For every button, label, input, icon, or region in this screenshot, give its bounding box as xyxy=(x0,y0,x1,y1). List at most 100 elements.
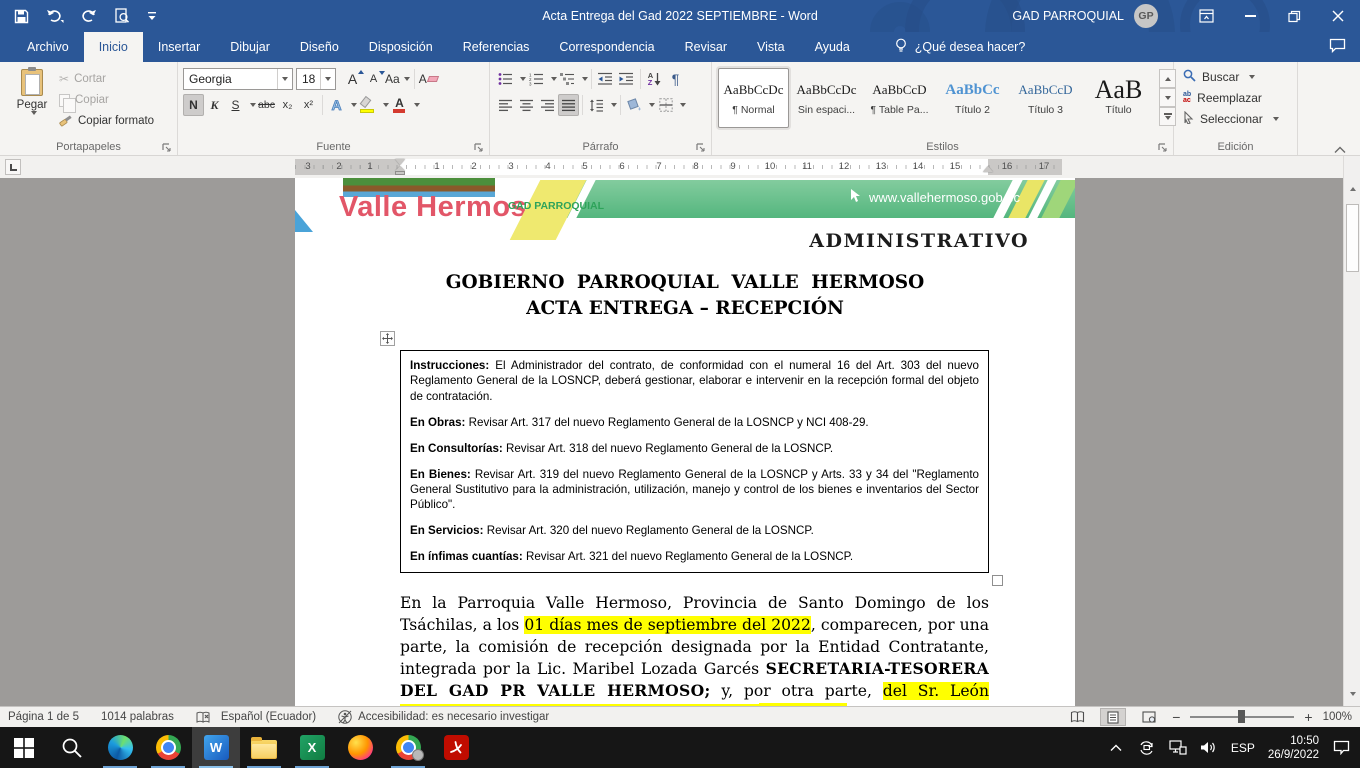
italic-button[interactable]: K xyxy=(204,94,225,116)
undo-icon[interactable] xyxy=(46,4,64,28)
tab-insertar[interactable]: Insertar xyxy=(143,32,215,62)
show-marks-button[interactable]: ¶ xyxy=(665,68,686,90)
zoom-out-button[interactable]: − xyxy=(1172,710,1180,724)
numbering-button[interactable]: 123 xyxy=(526,68,547,90)
table-move-handle-icon[interactable] xyxy=(380,331,395,346)
taskbar-search-icon[interactable] xyxy=(48,727,96,768)
align-right-button[interactable] xyxy=(537,94,558,116)
accessibility-icon[interactable] xyxy=(338,710,352,724)
web-layout-icon[interactable] xyxy=(1136,708,1162,726)
replace-button[interactable]: ab ac Reemplazar xyxy=(1179,87,1292,108)
start-button[interactable] xyxy=(0,727,48,768)
scroll-up-icon[interactable] xyxy=(1344,180,1360,197)
taskbar-firefox-icon[interactable] xyxy=(336,727,384,768)
zoom-slider[interactable] xyxy=(1190,716,1294,718)
select-button[interactable]: Seleccionar xyxy=(1179,108,1292,129)
save-icon[interactable] xyxy=(14,4,29,28)
multilevel-list-button[interactable] xyxy=(557,68,578,90)
tab-correspondencia[interactable]: Correspondencia xyxy=(544,32,669,62)
word-count[interactable]: 1014 palabras xyxy=(101,711,174,723)
comments-icon[interactable] xyxy=(1329,38,1346,58)
increase-indent-button[interactable] xyxy=(616,68,637,90)
tab-disposicion[interactable]: Disposición xyxy=(354,32,448,62)
find-button[interactable]: Buscar xyxy=(1179,66,1292,87)
instructions-table[interactable]: Instrucciones: El Administrador del cont… xyxy=(400,350,989,573)
tell-me-box[interactable]: ¿Qué desea hacer? xyxy=(895,32,1026,62)
bullets-button[interactable] xyxy=(495,68,516,90)
tab-diseno[interactable]: Diseño xyxy=(285,32,354,62)
ribbon-display-options-icon[interactable] xyxy=(1184,0,1228,32)
zoom-slider-handle[interactable] xyxy=(1238,710,1245,723)
dialog-launcher-icon[interactable] xyxy=(162,140,173,151)
taskbar-edge-icon[interactable] xyxy=(96,727,144,768)
style-titulo-2[interactable]: AaBbCc Título 2 xyxy=(937,68,1008,128)
chevron-down-icon[interactable] xyxy=(680,103,686,107)
clear-formatting-button[interactable]: A xyxy=(418,68,439,90)
zoom-level[interactable]: 100% xyxy=(1323,711,1352,723)
taskbar-explorer-icon[interactable] xyxy=(240,727,288,768)
tab-dibujar[interactable]: Dibujar xyxy=(215,32,285,62)
print-layout-icon[interactable] xyxy=(1100,708,1126,726)
tab-revisar[interactable]: Revisar xyxy=(670,32,742,62)
font-color-button[interactable]: A xyxy=(389,94,410,116)
scroll-down-icon[interactable] xyxy=(1344,685,1360,702)
proofing-icon[interactable] xyxy=(196,711,211,724)
style-sin-espaciado[interactable]: AaBbCcDc Sin espaci... xyxy=(791,68,862,128)
paste-button[interactable]: Pegar xyxy=(5,66,59,139)
first-line-indent-marker[interactable] xyxy=(395,159,405,165)
clock[interactable]: 10:50 26/9/2022 xyxy=(1268,734,1319,762)
left-indent-marker[interactable] xyxy=(395,171,405,175)
line-spacing-button[interactable] xyxy=(586,94,607,116)
vertical-scrollbar[interactable] xyxy=(1343,156,1360,706)
taskbar-chrome-icon[interactable] xyxy=(144,727,192,768)
bold-button[interactable]: N xyxy=(183,94,204,116)
chevron-down-icon[interactable] xyxy=(582,77,588,81)
zoom-in-button[interactable]: + xyxy=(1304,710,1312,724)
superscript-button[interactable]: x² xyxy=(298,94,319,116)
text-highlight-button[interactable] xyxy=(357,94,379,116)
read-mode-icon[interactable] xyxy=(1064,708,1090,726)
horizontal-ruler[interactable]: 3 2 1 1 2 3 4 5 6 7 8 9 10 11 12 13 14 1… xyxy=(295,159,1062,175)
underline-button[interactable]: S xyxy=(225,94,246,116)
align-center-button[interactable] xyxy=(516,94,537,116)
volume-icon[interactable] xyxy=(1200,739,1218,757)
taskbar-acrobat-icon[interactable] xyxy=(432,727,480,768)
network-icon[interactable] xyxy=(1169,739,1187,757)
tab-referencias[interactable]: Referencias xyxy=(448,32,545,62)
avatar[interactable]: GP xyxy=(1134,4,1158,28)
print-preview-icon[interactable] xyxy=(114,4,130,28)
chevron-down-icon[interactable] xyxy=(611,103,617,107)
borders-button[interactable] xyxy=(655,94,676,116)
customize-qat-icon[interactable] xyxy=(147,4,157,28)
sync-devices-icon[interactable] xyxy=(1138,739,1156,757)
dialog-launcher-icon[interactable] xyxy=(474,140,485,151)
style-titulo-3[interactable]: AaBbCcD Título 3 xyxy=(1010,68,1081,128)
shading-button[interactable] xyxy=(624,94,645,116)
right-indent-marker[interactable] xyxy=(983,166,993,172)
tab-vista[interactable]: Vista xyxy=(742,32,800,62)
close-button[interactable] xyxy=(1316,0,1360,32)
tab-ayuda[interactable]: Ayuda xyxy=(800,32,865,62)
dialog-launcher-icon[interactable] xyxy=(1158,140,1169,151)
style-table-paragraph[interactable]: AaBbCcD ¶ Table Pa... xyxy=(864,68,935,128)
dialog-launcher-icon[interactable] xyxy=(696,140,707,151)
text-effects-button[interactable]: A xyxy=(326,94,347,116)
decrease-indent-button[interactable] xyxy=(595,68,616,90)
action-center-icon[interactable] xyxy=(1332,739,1350,757)
tab-archivo[interactable]: Archivo xyxy=(12,32,84,62)
subscript-button[interactable]: x₂ xyxy=(277,94,298,116)
minimize-button[interactable] xyxy=(1228,0,1272,32)
chevron-down-icon[interactable] xyxy=(414,103,420,107)
scrollbar-thumb[interactable] xyxy=(1346,204,1359,272)
tab-inicio[interactable]: Inicio xyxy=(84,32,143,62)
cut-button[interactable]: ✂ Cortar xyxy=(59,70,154,88)
font-size-combobox[interactable]: 18 xyxy=(296,68,336,90)
sort-button[interactable]: AZ xyxy=(644,68,665,90)
language-indicator[interactable]: Español (Ecuador) xyxy=(221,711,316,723)
restore-button[interactable] xyxy=(1272,0,1316,32)
copy-button[interactable]: Copiar xyxy=(59,91,154,109)
collapse-ribbon-icon[interactable] xyxy=(1334,141,1346,149)
document-page[interactable]: www.vallehermoso.gob.ec Valle Hermoso GA… xyxy=(295,178,1075,706)
accessibility-status[interactable]: Accesibilidad: es necesario investigar xyxy=(358,711,549,723)
justify-button[interactable] xyxy=(558,94,579,116)
